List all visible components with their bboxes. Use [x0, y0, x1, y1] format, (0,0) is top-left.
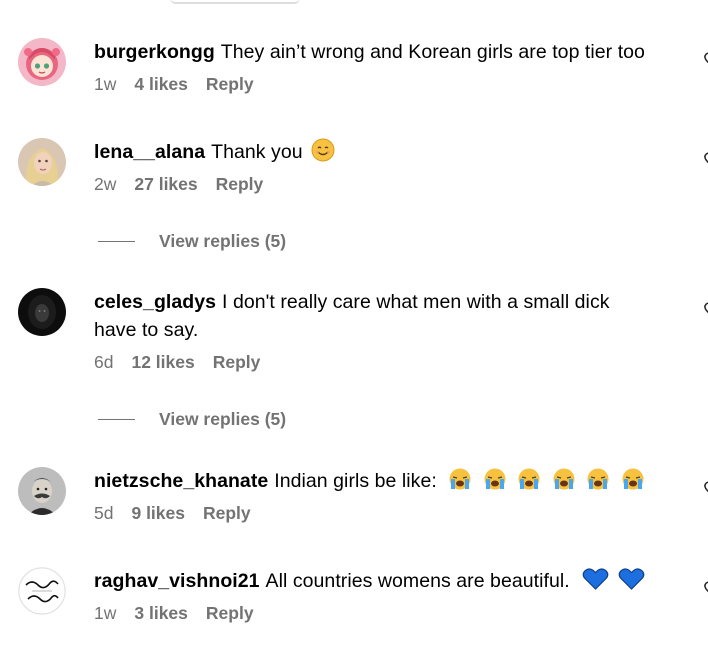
comment-time[interactable]: 5d — [94, 503, 113, 524]
replies-divider — [98, 241, 135, 242]
view-replies-label: View replies (5) — [159, 231, 287, 251]
loudly-crying-face-icon — [553, 468, 575, 490]
comment-text: They ain’t wrong and Korean girls are to… — [220, 41, 645, 63]
comment-username[interactable]: nietzsche_khanate — [94, 470, 268, 492]
reply-button[interactable]: Reply — [213, 352, 261, 373]
view-replies-button[interactable]: View replies (5) — [98, 231, 286, 252]
comment-username[interactable]: burgerkongg — [94, 41, 215, 63]
comment-time[interactable]: 1w — [94, 74, 116, 95]
comment-username[interactable]: lena__alana — [94, 141, 205, 163]
replies-divider — [98, 419, 135, 420]
comment-meta: 1w 3 likes Reply — [94, 603, 690, 624]
loudly-crying-face-icon — [587, 468, 609, 490]
crying-emojis — [444, 468, 645, 492]
like-heart-icon[interactable] — [701, 302, 708, 318]
reply-button[interactable]: Reply — [206, 603, 254, 624]
comment-meta: 2w 27 likes Reply — [94, 174, 690, 195]
blue-hearts — [579, 568, 644, 592]
comment-meta: 6d 12 likes Reply — [94, 352, 690, 373]
view-replies-button[interactable]: View replies (5) — [98, 409, 286, 430]
reply-button[interactable]: Reply — [216, 174, 264, 195]
like-heart-icon[interactable] — [701, 481, 708, 497]
blonde-woman-avatar-icon — [18, 138, 66, 186]
view-replies-label: View replies (5) — [159, 409, 287, 429]
comment-username[interactable]: celes_gladys — [94, 291, 216, 313]
previous-content-edge — [170, 0, 300, 4]
comment-meta: 1w 4 likes Reply — [94, 74, 690, 95]
avatar[interactable] — [18, 467, 66, 515]
reply-button[interactable]: Reply — [206, 74, 254, 95]
smiling-face-icon — [311, 138, 335, 162]
loudly-crying-face-icon — [449, 468, 471, 490]
blue-heart-icon — [618, 568, 644, 590]
comment-likes[interactable]: 12 likes — [131, 352, 194, 373]
comment-text: All countries womens are beautiful. — [265, 570, 570, 592]
loudly-crying-face-icon — [622, 468, 644, 490]
reply-button[interactable]: Reply — [203, 503, 251, 524]
comment-likes[interactable]: 4 likes — [134, 74, 188, 95]
comment-text: Thank you — [211, 141, 303, 163]
like-heart-icon[interactable] — [701, 152, 708, 168]
comment-time[interactable]: 6d — [94, 352, 113, 373]
comment-likes[interactable]: 3 likes — [134, 603, 188, 624]
comment-text: Indian girls be like: — [274, 470, 437, 492]
avatar[interactable] — [18, 567, 66, 615]
blue-heart-icon — [582, 568, 609, 590]
comment-time[interactable]: 1w — [94, 603, 116, 624]
avatar[interactable] — [18, 138, 66, 186]
signature-logo-avatar-icon — [18, 567, 66, 615]
comments-panel: burgerkongg They ain’t wrong and Korean g… — [0, 0, 708, 651]
comment-likes[interactable]: 27 likes — [134, 174, 197, 195]
avatar[interactable] — [18, 38, 66, 86]
dark-hooded-figure-avatar-icon — [18, 288, 66, 336]
comment-username[interactable]: raghav_vishnoi21 — [94, 570, 260, 592]
loudly-crying-face-icon — [484, 468, 506, 490]
comment-time[interactable]: 2w — [94, 174, 116, 195]
like-heart-icon[interactable] — [701, 52, 708, 68]
like-heart-icon[interactable] — [701, 581, 708, 597]
avatar[interactable] — [18, 288, 66, 336]
loudly-crying-face-icon — [518, 468, 540, 490]
anime-girl-avatar-icon — [18, 38, 66, 86]
comment-meta: 5d 9 likes Reply — [94, 503, 690, 524]
comment-likes[interactable]: 9 likes — [131, 503, 185, 524]
mustached-man-portrait-avatar-icon — [18, 467, 66, 515]
